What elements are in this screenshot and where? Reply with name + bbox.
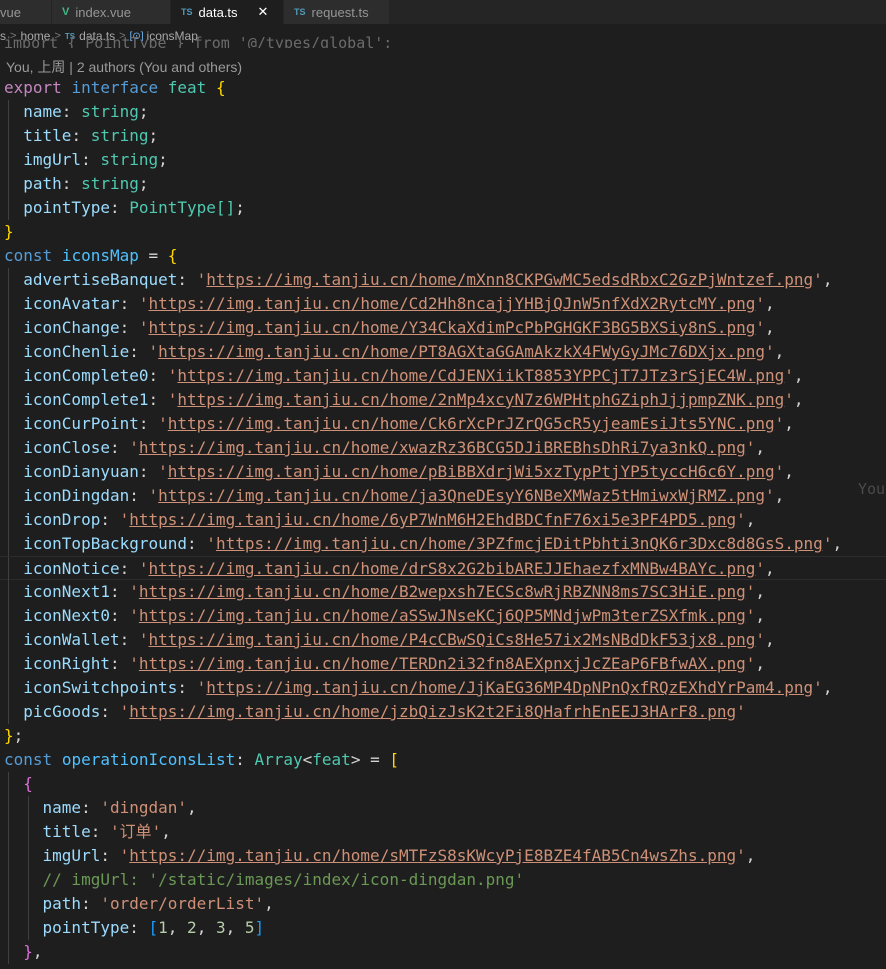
code-line-close[interactable]: }; [0,724,886,748]
indent-guide [8,916,9,940]
tab-label: data.ts [198,4,238,20]
code-line-icon-entry[interactable]: iconWallet: 'https://img.tanjiu.cn/home/… [0,628,886,652]
code-line-icon-entry[interactable]: iconComplete0: 'https://img.tanjiu.cn/ho… [0,364,886,388]
code-line-icon-entry[interactable]: iconComplete1: 'https://img.tanjiu.cn/ho… [0,388,886,412]
code-line-comment[interactable]: // imgUrl: '/static/images/index/icon-di… [0,868,886,892]
code-line-icon-entry[interactable]: iconChange: 'https://img.tanjiu.cn/home/… [0,316,886,340]
indent-guide [8,100,9,124]
indent-guide [28,844,29,868]
code-line-field[interactable]: title: string; [0,124,886,148]
indent-guide [28,868,29,892]
ts-icon: TS [294,7,306,17]
indent-guide [8,196,9,220]
indent-guide [8,268,9,292]
indent-guide [8,892,9,916]
code-line-close[interactable]: }, [0,940,886,964]
indent-guide [8,364,9,388]
vue-icon: V [62,6,70,18]
editor-tab-bar: vue Vindex.vue TS data.ts ✕ TS request.ts [0,0,886,24]
code-line-field[interactable]: name: string; [0,100,886,124]
inline-blame-hint: You [858,480,886,498]
close-icon[interactable]: ✕ [258,4,269,20]
code-line-item-field[interactable]: path: 'order/orderList', [0,892,886,916]
indent-guide [8,772,9,796]
indent-guide [28,820,29,844]
code-editor[interactable]: export interface feat { name: string; ti… [0,76,886,964]
code-line-field[interactable]: imgUrl: string; [0,148,886,172]
code-line-iconsmap-decl[interactable]: const iconsMap = { [0,244,886,268]
code-line-icon-entry[interactable]: iconChenlie: 'https://img.tanjiu.cn/home… [0,340,886,364]
code-line-icon-entry[interactable]: picGoods: 'https://img.tanjiu.cn/home/jz… [0,700,886,724]
indent-guide [28,796,29,820]
tab-label: request.ts [311,4,369,20]
code-line-item-field[interactable]: imgUrl: 'https://img.tanjiu.cn/home/sMTF… [0,844,886,868]
indent-guide [8,604,9,628]
indent-guide [8,316,9,340]
indent-guide [8,700,9,724]
indent-guide [8,460,9,484]
indent-guide [8,340,9,364]
indent-guide [8,124,9,148]
indent-guide [8,820,9,844]
code-line-field[interactable]: path: string; [0,172,886,196]
indent-guide [8,844,9,868]
code-line-icon-entry[interactable]: iconNext1: 'https://img.tanjiu.cn/home/B… [0,580,886,604]
indent-guide [8,676,9,700]
codelens-blame[interactable]: You, 上周 | 2 authors (You and others) [6,57,242,77]
code-line-icon-entry[interactable]: iconSwitchpoints: 'https://img.tanjiu.cn… [0,676,886,700]
tab-label: vue [0,4,21,20]
tab-data-ts[interactable]: TS data.ts ✕ [171,0,284,24]
tab-vue[interactable]: vue [0,0,52,24]
indent-guide [28,892,29,916]
indent-guide [8,532,9,556]
code-line-field[interactable]: pointType: PointType[]; [0,196,886,220]
code-line-icon-entry[interactable]: iconAvatar: 'https://img.tanjiu.cn/home/… [0,292,886,316]
tab-index-vue[interactable]: Vindex.vue [52,0,171,24]
code-line-icon-entry[interactable]: iconCurPoint: 'https://img.tanjiu.cn/hom… [0,412,886,436]
indent-guide [8,172,9,196]
code-line-icon-entry[interactable]: advertiseBanquet: 'https://img.tanjiu.cn… [0,268,886,292]
indent-guide [8,148,9,172]
code-line-item-field[interactable]: pointType: [1, 2, 3, 5] [0,916,886,940]
indent-guide [8,628,9,652]
code-line-icon-entry[interactable]: iconNext0: 'https://img.tanjiu.cn/home/a… [0,604,886,628]
code-line-icon-entry[interactable]: iconDianyuan: 'https://img.tanjiu.cn/hom… [0,460,886,484]
indent-guide [8,557,9,581]
indent-guide [28,916,29,940]
indent-guide [8,580,9,604]
indent-guide [8,484,9,508]
code-line-interface-decl[interactable]: export interface feat { [0,76,886,100]
ts-icon: TS [181,7,193,17]
indent-guide [8,412,9,436]
tab-request-ts[interactable]: TS request.ts [284,0,390,24]
code-line-open[interactable]: { [0,772,886,796]
code-line-icon-entry[interactable]: iconTopBackground: 'https://img.tanjiu.c… [0,532,886,556]
indent-guide [8,436,9,460]
code-line-item-field[interactable]: title: '订单', [0,820,886,844]
tab-label: index.vue [75,4,131,20]
indent-guide [8,940,9,964]
indent-guide [8,796,9,820]
indent-guide [8,868,9,892]
code-line-icon-entry[interactable]: iconDingdan: 'https://img.tanjiu.cn/home… [0,484,886,508]
indent-guide [8,292,9,316]
code-line-icon-entry[interactable]: iconClose: 'https://img.tanjiu.cn/home/x… [0,436,886,460]
code-line-close[interactable]: } [0,220,886,244]
code-line-item-field[interactable]: name: 'dingdan', [0,796,886,820]
indent-guide [8,388,9,412]
indent-guide [8,508,9,532]
import-line-partial: import { PointType } from '@/types/globa… [4,34,393,48]
code-line-oplist-decl[interactable]: const operationIconsList: Array<feat> = … [0,748,886,772]
code-line-icon-entry[interactable]: iconDrop: 'https://img.tanjiu.cn/home/6y… [0,508,886,532]
code-line-icon-entry[interactable]: iconRight: 'https://img.tanjiu.cn/home/T… [0,652,886,676]
code-line-icon-entry[interactable]: iconNotice: 'https://img.tanjiu.cn/home/… [0,556,886,581]
indent-guide [8,652,9,676]
